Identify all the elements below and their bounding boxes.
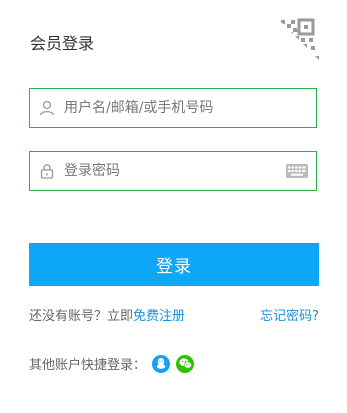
other-login-row: 其他账户快捷登录：	[29, 354, 319, 373]
keyboard-icon[interactable]	[278, 152, 316, 190]
lock-icon	[30, 152, 64, 190]
user-icon	[30, 89, 64, 127]
wechat-login-icon[interactable]	[176, 354, 195, 373]
password-field[interactable]	[29, 151, 317, 191]
other-login-label: 其他账户快捷登录：	[29, 358, 147, 373]
no-account-text: 还没有账号？立即	[29, 309, 134, 324]
qq-login-icon[interactable]	[152, 354, 171, 373]
username-field[interactable]	[29, 88, 317, 128]
register-prompt: 还没有账号？立即免费注册	[29, 305, 185, 324]
password-input[interactable]	[64, 153, 278, 189]
login-button[interactable]: 登录	[29, 243, 319, 286]
page-title: 会员登录	[30, 34, 95, 53]
account-links-row: 还没有账号？立即免费注册 忘记密码?	[29, 305, 319, 324]
username-input[interactable]	[64, 90, 316, 126]
forgot-password-link[interactable]: 忘记密码?	[260, 305, 319, 324]
register-link[interactable]: 免费注册	[133, 309, 185, 324]
qr-code-login-icon[interactable]	[277, 18, 319, 60]
